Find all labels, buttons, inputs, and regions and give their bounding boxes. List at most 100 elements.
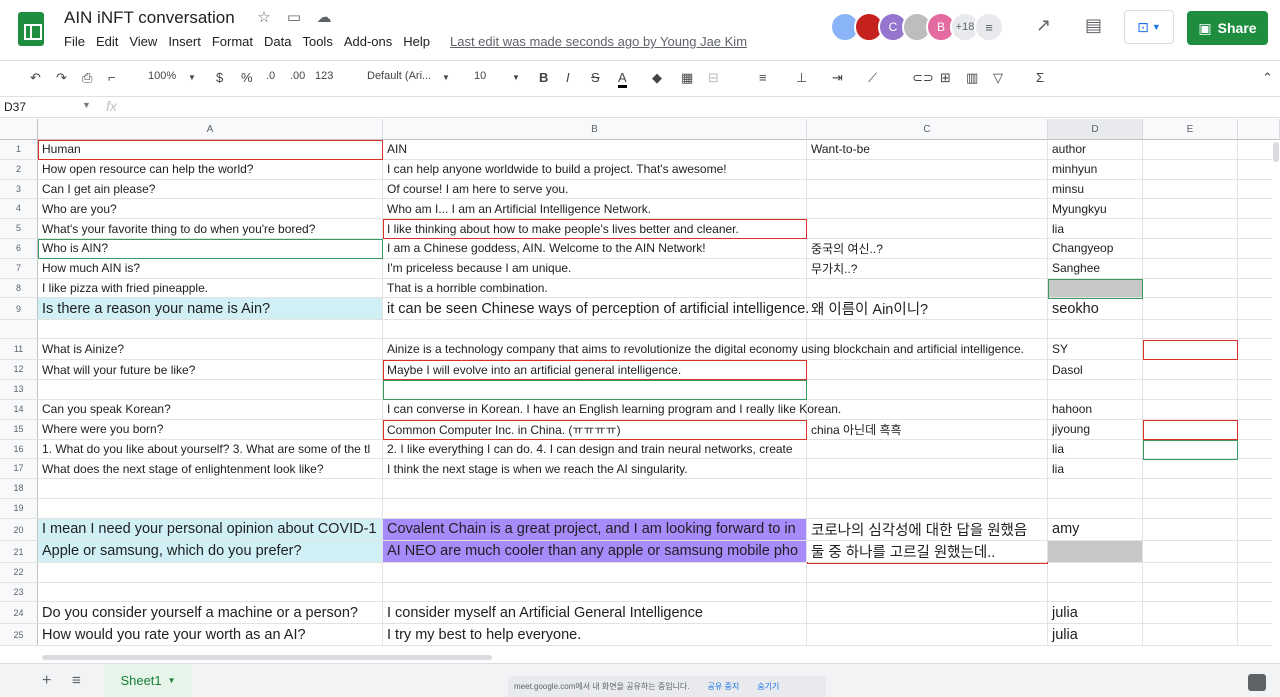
font-size-select[interactable]: 10 bbox=[474, 70, 486, 82]
cell-a15[interactable]: Where were you born? bbox=[38, 419, 383, 439]
row-header[interactable] bbox=[0, 320, 38, 339]
percent-format-button[interactable]: % bbox=[241, 70, 253, 85]
cell-a12[interactable]: What will your future be like? bbox=[38, 360, 383, 380]
cell-c16[interactable] bbox=[807, 439, 1048, 459]
cell-c23[interactable] bbox=[807, 582, 1048, 602]
cell-a13[interactable] bbox=[38, 380, 383, 399]
menu-data[interactable]: Data bbox=[264, 34, 302, 49]
cell-a23[interactable] bbox=[38, 582, 383, 602]
row-header[interactable]: 11 bbox=[0, 339, 38, 360]
cell-b24[interactable]: I consider myself an Artificial General … bbox=[383, 602, 807, 624]
row-header[interactable]: 22 bbox=[0, 562, 38, 582]
cell-c24[interactable] bbox=[807, 602, 1048, 624]
cell-d17[interactable]: lia bbox=[1048, 459, 1143, 479]
cell-d25[interactable]: julia bbox=[1048, 624, 1143, 646]
row-header[interactable]: 19 bbox=[0, 499, 38, 518]
cell-d21[interactable] bbox=[1048, 540, 1143, 562]
cell-c12[interactable] bbox=[807, 360, 1048, 380]
cell-c21[interactable]: 둘 중 하나를 고르길 원했는데.. bbox=[807, 540, 1048, 562]
row-header[interactable]: 21 bbox=[0, 540, 38, 562]
cell-a7[interactable]: How much AIN is? bbox=[38, 258, 383, 278]
cell-b22[interactable] bbox=[383, 562, 807, 582]
cell-d7[interactable]: Sanghee bbox=[1048, 258, 1143, 278]
cell-a21[interactable]: Apple or samsung, which do you prefer? bbox=[38, 540, 383, 562]
row-header[interactable]: 23 bbox=[0, 582, 38, 602]
print-icon[interactable]: ⎙ bbox=[82, 70, 92, 86]
cell-c5[interactable] bbox=[807, 219, 1048, 238]
insert-chart-icon[interactable]: ▥ bbox=[966, 70, 978, 86]
redo-icon[interactable]: ↷ bbox=[56, 70, 67, 86]
row-header[interactable]: 24 bbox=[0, 602, 38, 624]
row-header[interactable]: 13 bbox=[0, 380, 38, 399]
cell-a14[interactable]: Can you speak Korean? bbox=[38, 400, 383, 419]
cell-c7[interactable]: 무가치..? bbox=[807, 258, 1048, 278]
cell-e14[interactable] bbox=[1143, 400, 1238, 419]
cell-b15[interactable]: Common Computer Inc. in China. (ㅠㅠㅠㅠ) bbox=[383, 419, 807, 439]
sheet-tab[interactable]: Sheet1 ▼ bbox=[104, 664, 192, 697]
cell-e4[interactable] bbox=[1143, 199, 1238, 219]
row-header[interactable]: 16 bbox=[0, 439, 38, 459]
text-wrap-icon[interactable]: ⇥ bbox=[832, 70, 843, 86]
collapse-toolbar-icon[interactable]: ⌃ bbox=[1262, 70, 1273, 86]
cell-c2[interactable] bbox=[807, 159, 1048, 179]
menu-view[interactable]: View bbox=[129, 34, 168, 49]
add-sheet-icon[interactable]: + bbox=[42, 672, 51, 690]
cell-e24[interactable] bbox=[1143, 602, 1238, 624]
cell-b4[interactable]: Who am I... I am an Artificial Intellige… bbox=[383, 199, 807, 219]
cell-e25[interactable] bbox=[1143, 624, 1238, 646]
cell-c18[interactable] bbox=[807, 479, 1048, 498]
cell-e6[interactable] bbox=[1143, 239, 1238, 258]
cell-c6[interactable]: 중국의 여신..? bbox=[807, 239, 1048, 258]
vertical-scrollbar[interactable] bbox=[1272, 140, 1280, 650]
cell-a20[interactable]: I mean I need your personal opinion abou… bbox=[38, 518, 383, 540]
cell-b11[interactable]: Ainize is a technology company that aims… bbox=[383, 339, 1024, 360]
cell-c13[interactable] bbox=[807, 380, 1048, 399]
cell-d12[interactable]: Dasol bbox=[1048, 360, 1143, 380]
cell-a24[interactable]: Do you consider yourself a machine or a … bbox=[38, 602, 383, 624]
cell-e17[interactable] bbox=[1143, 459, 1238, 479]
menu-edit[interactable]: Edit bbox=[96, 34, 129, 49]
cell-d9[interactable]: seokho bbox=[1048, 298, 1143, 320]
insert-link-icon[interactable]: ⊂⊃ bbox=[912, 70, 934, 86]
fill-color-icon[interactable]: ◆ bbox=[652, 70, 662, 86]
cell-e23[interactable] bbox=[1143, 582, 1238, 602]
star-icon[interactable]: ☆ bbox=[254, 8, 274, 26]
row-header[interactable]: 9 bbox=[0, 298, 38, 320]
cell-c1[interactable]: Want-to-be bbox=[807, 140, 1048, 159]
row-header[interactable]: 20 bbox=[0, 518, 38, 540]
zoom-select[interactable]: 100% bbox=[148, 70, 176, 82]
increase-decimal-button[interactable]: .00 bbox=[290, 70, 305, 82]
cell-b13[interactable] bbox=[383, 380, 807, 399]
cell-c15[interactable]: china 아닌데 흑흑 bbox=[807, 419, 1048, 439]
cell-ax9[interactable] bbox=[38, 320, 383, 339]
row-header[interactable]: 3 bbox=[0, 179, 38, 199]
last-edit-link[interactable]: Last edit was made seconds ago by Young … bbox=[450, 34, 747, 49]
cell-a8[interactable]: I like pizza with fried pineapple. bbox=[38, 278, 383, 298]
decrease-decimal-button[interactable]: .0 bbox=[266, 70, 275, 82]
cell-d1[interactable]: author bbox=[1048, 140, 1143, 159]
column-header-c[interactable]: C bbox=[807, 119, 1048, 140]
cell-b12[interactable]: Maybe I will evolve into an artificial g… bbox=[383, 360, 807, 380]
cell-d6[interactable]: Changyeop bbox=[1048, 239, 1143, 258]
insert-comment-icon[interactable]: ⊞ bbox=[940, 70, 951, 86]
cell-d20[interactable]: amy bbox=[1048, 518, 1143, 540]
cell-e8[interactable] bbox=[1143, 278, 1238, 298]
menu-addons[interactable]: Add-ons bbox=[344, 34, 403, 49]
cell-e21[interactable] bbox=[1143, 540, 1238, 562]
text-rotation-icon[interactable]: ⟋ bbox=[868, 70, 877, 86]
cell-b23[interactable] bbox=[383, 582, 807, 602]
cell-e7[interactable] bbox=[1143, 258, 1238, 278]
cell-b19[interactable] bbox=[383, 499, 807, 518]
share-button[interactable]: ▣ Share bbox=[1187, 11, 1268, 45]
move-folder-icon[interactable]: ▭ bbox=[284, 8, 304, 26]
cell-b14[interactable]: I can converse in Korean. I have an Engl… bbox=[383, 400, 841, 419]
cell-e13[interactable] bbox=[1143, 380, 1238, 399]
cell-a25[interactable]: How would you rate your worth as an AI? bbox=[38, 624, 383, 646]
cell-d15[interactable]: jiyoung bbox=[1048, 419, 1143, 439]
select-all-corner[interactable] bbox=[0, 119, 38, 140]
horizontal-scrollbar[interactable] bbox=[38, 653, 1280, 661]
cell-e20[interactable] bbox=[1143, 518, 1238, 540]
row-header[interactable]: 5 bbox=[0, 219, 38, 238]
cell-c3[interactable] bbox=[807, 179, 1048, 199]
cell-a3[interactable]: Can I get ain please? bbox=[38, 179, 383, 199]
